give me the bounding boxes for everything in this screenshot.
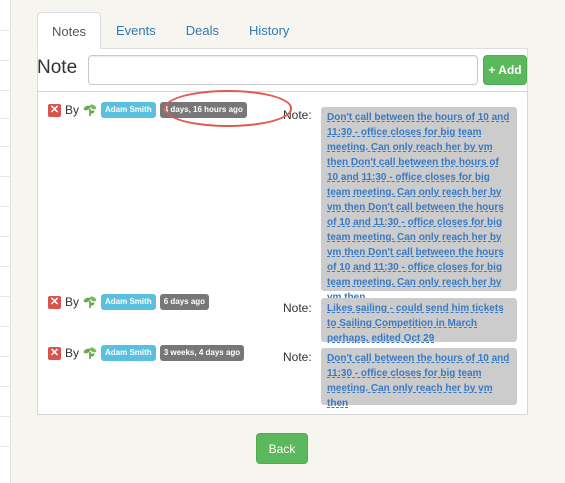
back-button[interactable]: Back <box>256 433 308 464</box>
note-input[interactable] <box>88 55 478 85</box>
time-badge: 6 days ago <box>159 294 210 310</box>
note-body: Don't call between the hours of 10 and 1… <box>321 107 517 303</box>
sprout-icon <box>83 347 97 359</box>
add-note-button[interactable]: + Add <box>483 55 527 85</box>
delete-icon[interactable]: ✕ <box>48 103 61 117</box>
user-badge[interactable]: Adam Smith <box>101 102 156 118</box>
delete-icon[interactable]: ✕ <box>48 295 61 309</box>
note-text[interactable]: Don't call between the hours of 10 and 1… <box>327 110 511 305</box>
note-item-meta: ✕ By Adam Smith 4 days, 16 hours ago <box>48 102 247 118</box>
note-tag-label: Note: <box>283 350 312 364</box>
by-label: By <box>65 346 80 360</box>
tab-history[interactable]: History <box>234 12 304 49</box>
by-label: By <box>65 295 80 309</box>
note-body: Don't call between the hours of 10 and 1… <box>321 348 517 409</box>
sprout-icon <box>83 296 97 308</box>
time-badge: 4 days, 16 hours ago <box>159 102 247 118</box>
note-body: Likes sailing - could send him tickets t… <box>321 298 517 344</box>
note-item-meta: ✕ By Adam Smith 3 weeks, 4 days ago <box>48 345 245 361</box>
note-tag-label: Note: <box>283 108 312 122</box>
tab-events[interactable]: Events <box>101 12 171 49</box>
sprout-icon <box>83 104 97 116</box>
user-badge[interactable]: Adam Smith <box>101 294 156 310</box>
tab-deals[interactable]: Deals <box>171 12 234 49</box>
page-left-edge <box>0 0 11 483</box>
tab-notes[interactable]: Notes <box>37 12 101 49</box>
delete-icon[interactable]: ✕ <box>48 346 61 360</box>
back-button-label: Back <box>268 441 296 456</box>
by-label: By <box>65 103 80 117</box>
time-badge: 3 weeks, 4 days ago <box>159 345 245 361</box>
user-badge[interactable]: Adam Smith <box>101 345 156 361</box>
note-item-meta: ✕ By Adam Smith 6 days ago <box>48 294 210 310</box>
note-tag-label: Note: <box>283 301 312 315</box>
note-label: Note <box>37 57 78 78</box>
note-text[interactable]: Likes sailing - could send him tickets t… <box>327 301 511 346</box>
tab-bar: Notes Events Deals History <box>37 12 304 49</box>
add-button-label: + Add <box>488 63 522 77</box>
note-text[interactable]: Don't call between the hours of 10 and 1… <box>327 351 511 411</box>
